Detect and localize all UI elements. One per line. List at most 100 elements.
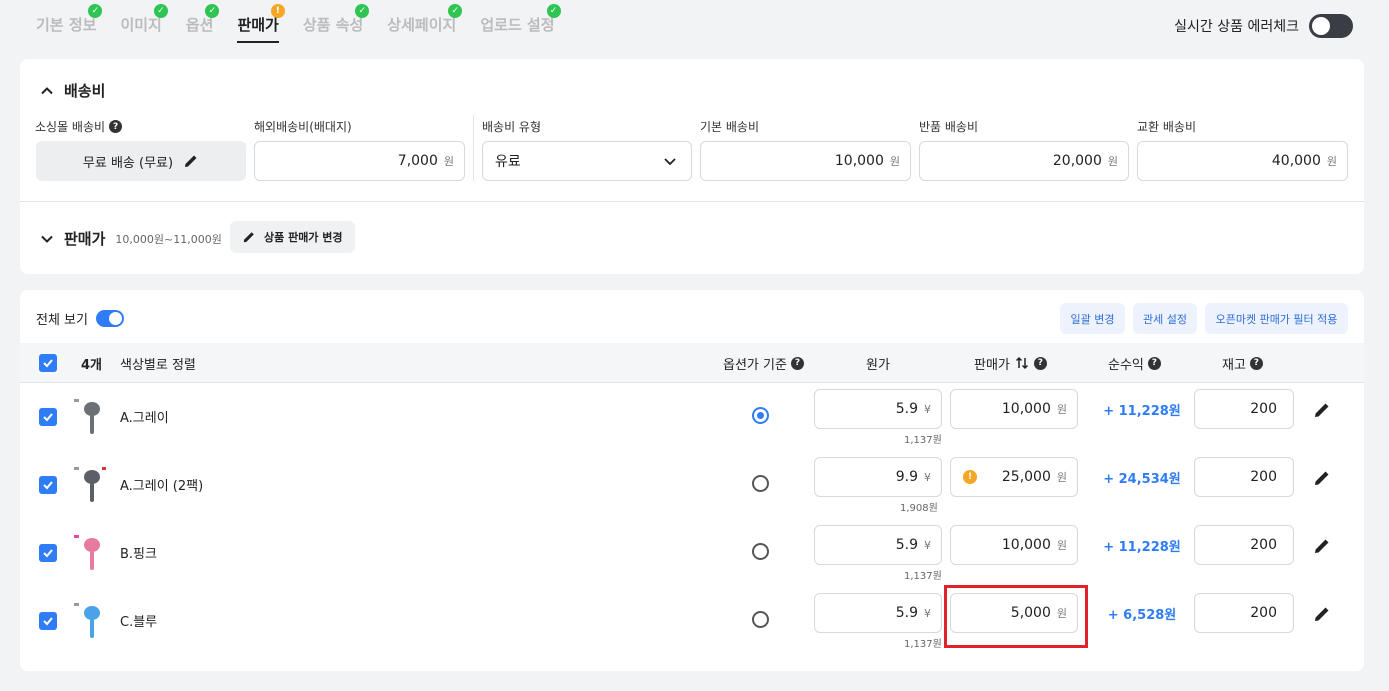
step-tabs: 기본 정보 ✓ 이미지 ✓ 옵션 ✓ 판매가! 상품 속성 ✓ 상세페이지 ✓ 업로드 설… [36, 4, 561, 43]
col-price: 판매가 ? [974, 343, 1047, 383]
sort-by-color[interactable]: 색상별로 정렬 [120, 343, 196, 383]
price-range: 10,000원~11,000원 [115, 232, 222, 246]
mall-fee-label: 소싱몰 배송비? [35, 118, 123, 135]
pencil-icon [185, 155, 197, 167]
price-input[interactable]: 10,000 원 [950, 389, 1078, 429]
table-row: A.그레이 (2팩) 9.9 ¥ 1,908원 ! 25,000 원 + 24,534… [20, 457, 1364, 525]
stock-input[interactable]: 200 [1194, 457, 1294, 497]
row-checkbox[interactable] [39, 544, 57, 562]
pencil-icon[interactable] [1312, 536, 1332, 556]
market-filter-button[interactable]: 오픈마켓 판매가 필터 적용 [1205, 303, 1348, 334]
return-fee-input[interactable]: 20,000 원 [919, 141, 1129, 181]
view-all-label: 전체 보기 [36, 313, 88, 328]
product-thumbnail [74, 467, 106, 502]
help-icon[interactable]: ? [790, 356, 804, 370]
overseas-fee-input[interactable]: 7,000 원 [254, 141, 465, 181]
product-thumbnail [74, 603, 100, 638]
warning-icon: ! [963, 470, 977, 484]
view-all-toggle-group: 전체 보기 [36, 309, 124, 328]
option-base-radio[interactable] [752, 475, 769, 492]
profit-value: + 6,528원 [1107, 608, 1177, 623]
view-all-toggle[interactable] [95, 310, 124, 327]
shipping-title: 배송비 [64, 82, 106, 100]
sort-icon[interactable] [1014, 355, 1030, 371]
help-icon[interactable]: ? [109, 120, 123, 133]
tab-detail-page[interactable]: 상세페이지 ✓ [387, 4, 463, 43]
tab-image[interactable]: 이미지 ✓ [120, 4, 168, 43]
option-list-card: 전체 보기 일괄 변경 관세 설정 오픈마켓 판매가 필터 적용 4개 색상별로… [20, 290, 1364, 671]
mall-fee-button[interactable]: 무료 배송 (무료) [36, 141, 246, 181]
divider [20, 201, 1364, 202]
tax-settings-button[interactable]: 관세 설정 [1133, 303, 1197, 334]
col-cost: 원가 [866, 357, 890, 373]
check-icon: ✓ [153, 4, 168, 18]
price-input[interactable]: ! 25,000 원 [950, 457, 1078, 497]
cost-input[interactable]: 5.9 ¥ [814, 593, 942, 633]
pencil-icon[interactable] [1312, 604, 1332, 624]
profit-value: + 11,228원 [1103, 540, 1181, 555]
table-row: B.핑크 5.9 ¥ 1,137원 10,000 원 + 11,228원 200 [20, 525, 1364, 593]
item-count: 4개 [81, 357, 103, 373]
option-name: A.그레이 (2팩) [120, 479, 204, 494]
cost-input[interactable]: 5.9 ¥ [814, 525, 942, 565]
tab-option[interactable]: 옵션 ✓ [186, 4, 220, 43]
basic-fee-label: 기본 배송비 [700, 120, 760, 134]
help-icon[interactable]: ? [1147, 356, 1161, 370]
tab-basic-info[interactable]: 기본 정보 ✓ [36, 4, 103, 43]
basic-fee-input[interactable]: 10,000 원 [700, 141, 911, 181]
error-check-toggle[interactable] [1309, 14, 1353, 38]
col-stock: 재고? [1222, 343, 1263, 383]
table-header: 4개 색상별로 정렬 옵션가 기준? 원가 판매가 ? 순수익? 재고? [20, 343, 1364, 383]
col-profit: 순수익? [1108, 343, 1161, 383]
check-icon: ✓ [88, 4, 103, 18]
cost-input[interactable]: 5.9 ¥ [814, 389, 942, 429]
stock-input[interactable]: 200 [1194, 389, 1294, 429]
row-checkbox[interactable] [39, 612, 57, 630]
pencil-icon[interactable] [1312, 468, 1332, 488]
stock-input[interactable]: 200 [1194, 593, 1294, 633]
option-base-radio[interactable] [752, 543, 769, 560]
tab-upload-settings[interactable]: 업로드 설정 ✓ [480, 4, 561, 43]
option-base-radio[interactable] [752, 407, 769, 424]
cost-input[interactable]: 9.9 ¥ [814, 457, 942, 497]
table-row: A.그레이 5.9 ¥ 1,137원 10,000 원 + 11,228원 200 [20, 389, 1364, 457]
help-icon[interactable]: ? [1033, 356, 1047, 370]
row-checkbox[interactable] [39, 408, 57, 426]
table-row: C.블루 5.9 ¥ 1,137원 5,000 원 + 6,528원 200 [20, 593, 1364, 661]
change-price-button[interactable]: 상품 판매가 변경 [230, 221, 355, 253]
option-name: C.블루 [120, 615, 158, 630]
shipping-type-select[interactable]: 유료 [482, 141, 692, 181]
return-fee-label: 반품 배송비 [919, 120, 979, 134]
cost-krw: 1,137원 [904, 571, 942, 582]
type-label: 배송비 유형 [482, 120, 542, 134]
select-all-checkbox[interactable] [39, 354, 57, 372]
exchange-fee-label: 교환 배송비 [1137, 120, 1197, 134]
option-name: A.그레이 [120, 411, 169, 426]
price-title: 판매가 [64, 230, 106, 248]
overseas-label: 해외배송비(배대지) [254, 120, 352, 134]
option-base-radio[interactable] [752, 611, 769, 628]
price-header[interactable]: 판매가 10,000원~11,000원 [40, 228, 222, 249]
price-input[interactable]: 10,000 원 [950, 525, 1078, 565]
pencil-icon[interactable] [1312, 400, 1332, 420]
help-icon[interactable]: ? [1249, 356, 1263, 370]
shipping-header[interactable]: 배송비 [40, 80, 105, 101]
chevron-down-icon [41, 235, 53, 243]
cost-krw: 1,908원 [900, 503, 938, 514]
exchange-fee-input[interactable]: 40,000 원 [1137, 141, 1348, 181]
cost-krw: 1,137원 [904, 435, 942, 446]
profit-value: + 11,228원 [1103, 404, 1181, 419]
shipping-card: 배송비 소싱몰 배송비? 무료 배송 (무료) 해외배송비(배대지) 7,000… [20, 59, 1364, 274]
row-checkbox[interactable] [39, 476, 57, 494]
tab-price[interactable]: 판매가! [237, 4, 285, 43]
product-thumbnail [74, 535, 100, 570]
stock-input[interactable]: 200 [1194, 525, 1294, 565]
option-name: B.핑크 [120, 547, 157, 562]
tab-attributes[interactable]: 상품 속성 ✓ [303, 4, 370, 43]
check-icon: ✓ [355, 4, 370, 18]
check-icon: ✓ [205, 4, 220, 18]
profit-value: + 24,534원 [1103, 472, 1181, 487]
bulk-change-button[interactable]: 일괄 변경 [1060, 303, 1125, 334]
error-check-label: 실시간 상품 에러체크 [1174, 19, 1299, 35]
pencil-icon [243, 232, 254, 243]
